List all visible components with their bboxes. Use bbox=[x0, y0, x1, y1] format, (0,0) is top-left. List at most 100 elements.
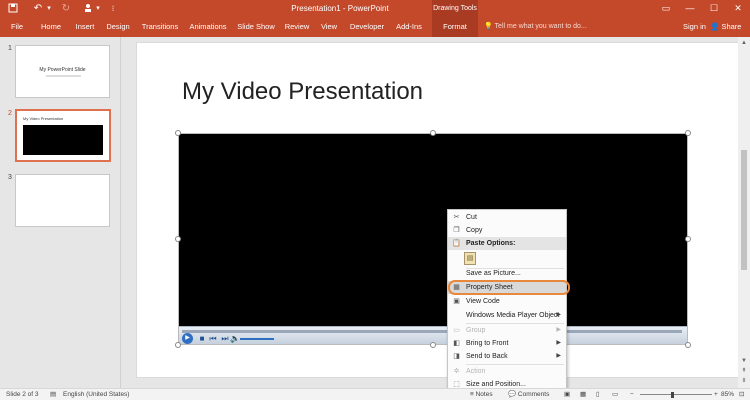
ribbon-tabs: File Home Insert Design Transitions Anim… bbox=[0, 17, 750, 37]
menu-label: Cut bbox=[466, 214, 477, 221]
share-label: Share bbox=[721, 22, 742, 31]
scroll-down-icon[interactable]: ▼ bbox=[740, 357, 748, 365]
zoom-level[interactable]: 85% bbox=[721, 389, 734, 400]
menu-label: Copy bbox=[466, 227, 483, 234]
restore-ribbon-icon[interactable]: ▭ bbox=[654, 0, 678, 17]
paste-icon: 📋 bbox=[452, 240, 461, 247]
share-button[interactable]: 👤 Share bbox=[710, 20, 744, 34]
resize-handle[interactable] bbox=[175, 130, 181, 136]
menu-label: Save as Picture... bbox=[466, 270, 521, 277]
menu-item-copy[interactable]: ❐ Copy bbox=[448, 224, 566, 237]
notes-button[interactable]: ≡ Notes bbox=[470, 389, 493, 400]
tab-developer[interactable]: Developer bbox=[347, 17, 387, 37]
next-slide-icon[interactable]: ⇟ bbox=[740, 377, 748, 385]
slide-thumbnail-3[interactable] bbox=[15, 174, 110, 227]
menu-item-bring-to-front[interactable]: ◧ Bring to Front ▶ bbox=[448, 337, 566, 350]
group-icon: ▭ bbox=[453, 327, 460, 334]
person-icon: 👤 bbox=[710, 22, 720, 31]
zoom-out-icon[interactable]: − bbox=[630, 389, 634, 400]
customize-toolbar-icon[interactable]: ⁝ bbox=[108, 2, 118, 15]
bring-to-front-icon: ◧ bbox=[453, 340, 460, 347]
lightbulb-icon: 💡 bbox=[484, 23, 493, 30]
tab-format[interactable]: Format bbox=[432, 17, 478, 37]
highlight-annotation bbox=[448, 280, 570, 295]
paste-keep-formatting-icon[interactable]: ▤ bbox=[464, 252, 476, 265]
resize-handle[interactable] bbox=[175, 342, 181, 348]
tab-design[interactable]: Design bbox=[103, 17, 133, 37]
slide-canvas[interactable]: My Video Presentation ▶ ■ ⏮ ⏭ 🔈 bbox=[136, 42, 748, 378]
scroll-up-icon[interactable]: ▲ bbox=[740, 39, 748, 47]
tab-file[interactable]: File bbox=[5, 17, 29, 37]
menu-label: Windows Media Player Object bbox=[466, 312, 560, 319]
tab-review[interactable]: Review bbox=[283, 17, 311, 37]
resize-handle[interactable] bbox=[685, 342, 691, 348]
comment-icon: 💬 bbox=[508, 391, 517, 398]
language-indicator[interactable]: English (United States) bbox=[63, 389, 129, 400]
resize-handle[interactable] bbox=[175, 236, 181, 242]
menu-item-group: ▭ Group ▶ bbox=[448, 324, 566, 337]
tab-view[interactable]: View bbox=[318, 17, 340, 37]
slide-title[interactable]: My Video Presentation bbox=[182, 78, 423, 106]
maximize-icon[interactable]: ☐ bbox=[702, 0, 726, 17]
chevron-down-icon[interactable]: ▾ bbox=[95, 2, 101, 15]
presenter-icon[interactable] bbox=[82, 2, 94, 15]
slideshow-icon[interactable]: ▭ bbox=[612, 389, 618, 400]
slide-thumbnail-2[interactable]: My Video Presentation bbox=[15, 109, 111, 162]
resize-handle[interactable] bbox=[685, 236, 691, 242]
menu-item-send-to-back[interactable]: ◨ Send to Back ▶ bbox=[448, 350, 566, 363]
fit-to-window-icon[interactable]: ⊡ bbox=[739, 389, 744, 400]
reading-view-icon[interactable]: ▯ bbox=[596, 389, 600, 400]
scroll-thumb[interactable] bbox=[741, 150, 747, 270]
resize-handle[interactable] bbox=[430, 130, 436, 136]
title-bar: ↶ ▾ ↻ ▾ ⁝ Presentation1 - PowerPoint Dra… bbox=[0, 0, 750, 17]
resize-handle[interactable] bbox=[685, 130, 691, 136]
zoom-slider-knob[interactable] bbox=[671, 392, 674, 398]
tab-animations[interactable]: Animations bbox=[187, 17, 229, 37]
thumbnail-subtitle-placeholder bbox=[46, 75, 81, 77]
zoom-slider[interactable] bbox=[640, 394, 712, 395]
tab-home[interactable]: Home bbox=[37, 17, 65, 37]
slide-counter: Slide 2 of 3 bbox=[6, 391, 39, 398]
tell-me-text: Tell me what you want to do... bbox=[494, 23, 587, 30]
thumbnail-number: 3 bbox=[8, 174, 12, 181]
menu-item-view-code[interactable]: ▣ View Code bbox=[448, 295, 566, 308]
previous-slide-icon[interactable]: ⇞ bbox=[740, 367, 748, 375]
spell-check-icon[interactable]: ▤ bbox=[50, 389, 56, 400]
undo-icon[interactable]: ↶ bbox=[32, 2, 44, 15]
slide-thumbnail-1[interactable]: My PowerPoint Slide bbox=[15, 45, 110, 98]
action-icon: ✲ bbox=[453, 368, 460, 375]
minimize-icon[interactable]: — bbox=[678, 0, 702, 17]
submenu-arrow-icon: ▶ bbox=[556, 327, 561, 333]
menu-label: Action bbox=[466, 368, 486, 375]
floppy-disk-icon[interactable] bbox=[6, 2, 20, 15]
tab-insert[interactable]: Insert bbox=[71, 17, 99, 37]
redo-icon[interactable]: ↻ bbox=[60, 2, 72, 15]
send-to-back-icon: ◨ bbox=[453, 353, 460, 360]
view-code-icon: ▣ bbox=[453, 298, 460, 305]
sign-in-link[interactable]: Sign in bbox=[683, 17, 706, 37]
tab-slide-show[interactable]: Slide Show bbox=[236, 17, 276, 37]
tab-transitions[interactable]: Transitions bbox=[138, 17, 182, 37]
normal-view-icon[interactable]: ▣ bbox=[564, 389, 570, 400]
tell-me-box[interactable]: 💡 Tell me what you want to do... bbox=[484, 17, 587, 37]
comments-button[interactable]: 💬 Comments bbox=[508, 389, 549, 400]
zoom-in-icon[interactable]: + bbox=[714, 389, 718, 400]
resize-handle[interactable] bbox=[430, 342, 436, 348]
chevron-down-icon[interactable]: ▾ bbox=[46, 2, 52, 15]
slide-sorter-icon[interactable]: ▦ bbox=[580, 389, 586, 400]
menu-item-windows-media-player-object[interactable]: Windows Media Player Object ▶ bbox=[448, 309, 566, 322]
copy-icon: ❐ bbox=[453, 227, 460, 234]
submenu-arrow-icon: ▶ bbox=[556, 353, 561, 359]
menu-item-cut[interactable]: ✂ Cut bbox=[448, 211, 566, 224]
menu-label: View Code bbox=[466, 298, 500, 305]
vertical-scrollbar[interactable]: ▲ ▼ ⇞ ⇟ bbox=[738, 37, 750, 388]
menu-label: Send to Back bbox=[466, 353, 508, 360]
menu-header-paste-options: 📋 Paste Options: bbox=[448, 237, 566, 250]
menu-item-save-as-picture[interactable]: Save as Picture... bbox=[448, 267, 566, 280]
thumbnail-number: 1 bbox=[8, 45, 12, 52]
tab-add-ins[interactable]: Add-Ins bbox=[393, 17, 425, 37]
close-icon[interactable]: ✕ bbox=[726, 0, 750, 17]
submenu-arrow-icon: ▶ bbox=[556, 340, 561, 346]
context-menu: ✂ Cut ❐ Copy 📋 Paste Options: ▤ Save as … bbox=[447, 209, 567, 391]
thumbnail-video bbox=[23, 125, 103, 155]
